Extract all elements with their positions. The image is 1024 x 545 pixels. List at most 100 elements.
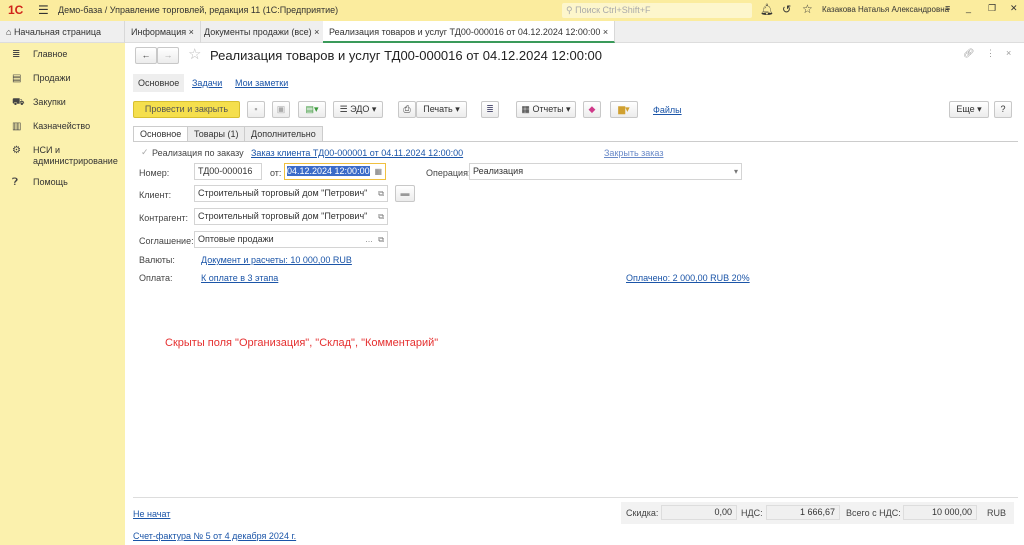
vat-value: 1 666,67 xyxy=(766,505,840,520)
edo-button[interactable]: ☰ ЭДО ▾ xyxy=(333,101,383,118)
search-icon: ⚲ xyxy=(566,5,576,15)
help-icon: ❓︎ xyxy=(12,177,19,188)
sidebar-item-main[interactable]: ≣ Главное xyxy=(0,49,125,60)
chevron-down-icon[interactable]: ▾ xyxy=(734,164,738,179)
form-tab-main[interactable]: Основное xyxy=(133,126,189,141)
sidebar: ≣ Главное ▤ Продажи ⛟ Закупки ▥ Казначейство… xyxy=(0,43,125,545)
files-link[interactable]: Файлы xyxy=(653,105,682,115)
number-field[interactable]: ТД00-000016 xyxy=(194,163,262,180)
subtab-main[interactable]: Основное xyxy=(133,74,185,92)
history-icon[interactable]: ↺ xyxy=(782,3,791,16)
currency-code: RUB xyxy=(987,508,1007,518)
edo-icon: ☰ xyxy=(339,104,351,114)
title-bar: 1С ☰ Демо-база / Управление торговлей, р… xyxy=(0,0,1024,21)
page-title: Реализация товаров и услуг ТД00-000016 о… xyxy=(210,48,603,63)
forward-button[interactable]: → xyxy=(157,47,179,64)
sidebar-item-admin[interactable]: ⚙ НСИ и администрирование xyxy=(0,145,125,167)
payment-label: Оплата: xyxy=(139,273,173,283)
sidebar-item-sales[interactable]: ▤ Продажи xyxy=(0,73,125,84)
open-icon[interactable]: ⧉ xyxy=(378,232,384,247)
order-link[interactable]: Заказ клиента ТД00-000001 от 04.11.2024 … xyxy=(251,148,463,158)
post-and-close-button[interactable]: Провести и закрыть xyxy=(133,101,240,118)
contractor-field[interactable]: Строительный торговый дом "Петрович" ⧉ xyxy=(194,208,388,225)
user-name[interactable]: Казакова Наталья Александровна xyxy=(822,5,949,14)
back-button[interactable]: ← xyxy=(135,47,157,64)
payment-link[interactable]: К оплате в 3 этапа xyxy=(201,273,278,283)
sidebar-item-help[interactable]: ❓︎ Помощь xyxy=(0,177,125,188)
close-tab-icon[interactable]: × xyxy=(314,27,319,37)
settings-icon: ⚙ xyxy=(12,145,21,156)
subtab-tasks[interactable]: Задачи xyxy=(192,78,222,88)
sidebar-item-treasury[interactable]: ▥ Казначейство xyxy=(0,121,125,132)
journal-button[interactable]: ≣ xyxy=(481,101,499,118)
tab-sales-docs[interactable]: Документы продажи (все) × xyxy=(198,21,327,43)
by-order-label: Реализация по заказу xyxy=(152,148,244,158)
operation-select[interactable]: Реализация ▾ xyxy=(469,163,742,180)
subtab-notes[interactable]: Мои заметки xyxy=(235,78,288,88)
sidebar-item-purchases[interactable]: ⛟ Закупки xyxy=(0,97,125,108)
totals-panel: Скидка: 0,00 НДС: 1 666,67 Всего с НДС: … xyxy=(621,502,1014,524)
attachments-button[interactable]: ▆▾ xyxy=(610,101,638,118)
by-order-checkbox[interactable]: ✓ xyxy=(141,147,149,158)
currency-link[interactable]: Документ и расчеты: 10 000,00 RUB xyxy=(201,255,352,265)
restore-icon[interactable]: ❐ xyxy=(988,3,996,14)
print-button[interactable]: Печать ▾ xyxy=(416,101,467,118)
date-field[interactable]: 04.12.2024 12:00:00 ▦ xyxy=(284,163,386,180)
number-label: Номер: xyxy=(139,168,170,178)
link-icon[interactable]: 🔗︎ xyxy=(963,48,974,59)
favorites-star-icon[interactable]: ☆ xyxy=(802,2,813,16)
discount-value: 0,00 xyxy=(661,505,737,520)
total-label: Всего с НДС: xyxy=(846,508,901,518)
favorite-star-icon[interactable]: ☆ xyxy=(188,45,201,63)
currency-label: Валюты: xyxy=(139,255,175,265)
tab-info[interactable]: Информация × xyxy=(125,21,201,43)
client-field[interactable]: Строительный торговый дом "Петрович" ⧉ xyxy=(194,185,388,202)
open-icon[interactable]: ⧉ xyxy=(378,209,384,224)
treasury-icon: ▥ xyxy=(12,121,22,132)
vat-label: НДС: xyxy=(741,508,763,518)
paid-link[interactable]: Оплачено: 2 000,00 RUB 20% xyxy=(626,273,750,283)
sales-icon: ▤ xyxy=(12,73,22,84)
share-button[interactable]: ◆ xyxy=(583,101,601,118)
more-button[interactable]: Еще ▾ xyxy=(949,101,989,118)
discount-label: Скидка: xyxy=(626,508,659,518)
settings-icon[interactable]: ≡ xyxy=(945,3,950,13)
app-title: Демо-база / Управление торговлей, редакц… xyxy=(58,5,339,15)
save-button[interactable]: ▪ xyxy=(247,101,265,118)
form-tab-goods[interactable]: Товары (1) xyxy=(187,126,246,141)
contractor-label: Контрагент: xyxy=(139,213,189,223)
create-based-button[interactable]: ▤▾ xyxy=(298,101,326,118)
open-tabs-bar: ⌂ Начальная страница Информация × Докуме… xyxy=(0,21,1024,43)
form-tab-additional[interactable]: Дополнительно xyxy=(244,126,323,141)
reports-button[interactable]: ▦ Отчеты ▾ xyxy=(516,101,576,118)
agreement-label: Соглашение: xyxy=(139,236,194,246)
invoice-link[interactable]: Счет-фактура № 5 от 4 декабря 2024 г. xyxy=(133,531,296,541)
tab-sales-document[interactable]: Реализация товаров и услуг ТД00-000016 о… xyxy=(323,21,616,43)
post-button[interactable]: ▣ xyxy=(272,101,290,118)
total-value: 10 000,00 xyxy=(903,505,977,520)
close-tab-icon[interactable]: × xyxy=(603,27,608,37)
hidden-fields-note: Скрыты поля "Организация", "Склад", "Ком… xyxy=(165,337,439,349)
main-menu-icon[interactable]: ☰ xyxy=(38,3,49,17)
divider xyxy=(133,497,1018,498)
open-icon[interactable]: ⧉ xyxy=(378,186,384,201)
agreement-field[interactable]: Оптовые продажи… ⧉ xyxy=(194,231,388,248)
report-icon: ▦ xyxy=(521,104,533,114)
minimize-icon[interactable]: _ xyxy=(966,3,971,13)
cart-icon: ⛟ xyxy=(12,97,25,108)
status-link[interactable]: Не начат xyxy=(133,509,170,519)
tab-home[interactable]: ⌂ Начальная страница xyxy=(0,21,125,43)
more-vert-icon[interactable]: ⋮ xyxy=(986,48,995,59)
close-icon[interactable]: × xyxy=(1006,48,1011,58)
close-window-icon[interactable]: ✕ xyxy=(1010,3,1018,14)
calendar-icon[interactable]: ▦ xyxy=(374,164,382,179)
operation-label: Операция: xyxy=(426,168,471,178)
bell-icon[interactable]: 🔔︎ xyxy=(760,3,774,16)
help-button[interactable]: ? xyxy=(994,101,1012,118)
print-icon[interactable]: ⎙ xyxy=(398,101,416,118)
select-icon[interactable]: … xyxy=(365,232,373,247)
search-input[interactable]: ⚲ Поиск Ctrl+Shift+F xyxy=(562,3,752,18)
close-order-link[interactable]: Закрыть заказ xyxy=(604,148,663,158)
client-card-button[interactable]: ▬ xyxy=(395,185,415,202)
close-tab-icon[interactable]: × xyxy=(189,27,194,37)
